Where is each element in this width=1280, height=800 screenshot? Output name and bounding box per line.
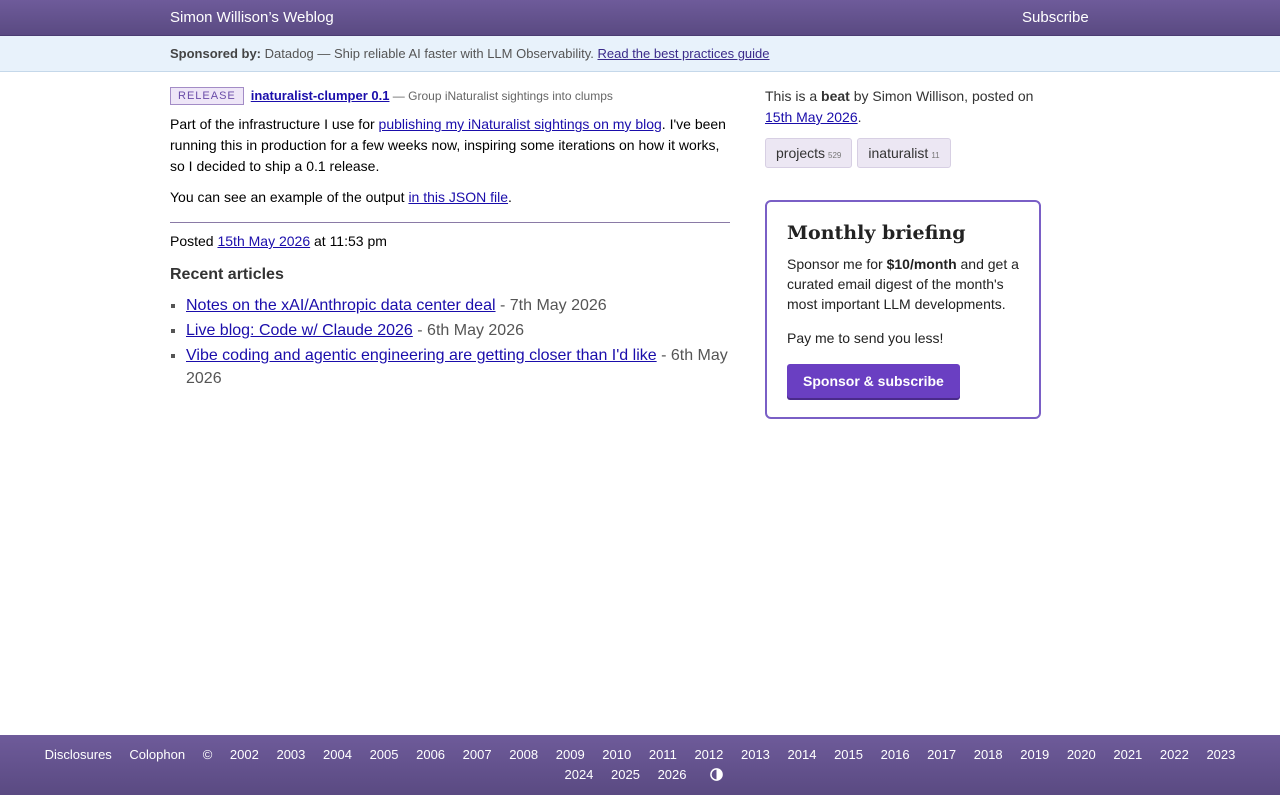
posted-time: at 11:53 pm <box>310 233 387 249</box>
footer-year-link[interactable]: 2004 <box>323 747 352 762</box>
recent-article-link[interactable]: Live blog: Code w/ Claude 2026 <box>186 322 413 339</box>
recent-article-date: - 7th May 2026 <box>495 297 607 314</box>
footer-disclosures-link[interactable]: Disclosures <box>45 747 112 762</box>
footer-year-link[interactable]: 2020 <box>1067 747 1096 762</box>
list-item: Notes on the xAI/Anthropic data center d… <box>186 294 730 317</box>
footer-year-link[interactable]: 2006 <box>416 747 445 762</box>
tag-count: 529 <box>828 151 842 160</box>
briefing-tagline: Pay me to send you less! <box>787 330 944 346</box>
list-item: Vibe coding and agentic engineering are … <box>186 344 730 390</box>
tag-projects[interactable]: projects 529 <box>765 138 853 168</box>
entry-divider <box>170 222 730 223</box>
footer-year-link[interactable]: 2005 <box>370 747 399 762</box>
recent-article-link[interactable]: Vibe coding and agentic engineering are … <box>186 347 657 364</box>
footer-year-link[interactable]: 2023 <box>1206 747 1235 762</box>
tag-inaturalist[interactable]: inaturalist 11 <box>857 138 951 168</box>
footer-row-1: Disclosures Colophon © 2002 2003 2004 20… <box>0 747 1280 762</box>
footer-year-link[interactable]: 2018 <box>974 747 1003 762</box>
contrast-toggle-icon[interactable] <box>709 768 723 781</box>
footer-colophon-link[interactable]: Colophon <box>129 747 185 762</box>
tag-name: inaturalist <box>868 145 929 161</box>
footer-year-link[interactable]: 2025 <box>611 767 640 782</box>
para2-text-after: . <box>508 189 512 205</box>
sponsor-subscribe-button[interactable]: Sponsor & subscribe <box>787 364 960 398</box>
posted-prefix: Posted <box>170 233 218 249</box>
footer-year-link[interactable]: 2015 <box>834 747 863 762</box>
release-badge: RELEASE <box>170 87 244 105</box>
site-header: Simon Willison’s Weblog Subscribe <box>0 0 1280 36</box>
footer-year-link[interactable]: 2013 <box>741 747 770 762</box>
sponsor-label: Sponsored by: <box>170 46 262 61</box>
entry-paragraph-1: Part of the infrastructure I use for pub… <box>170 114 730 177</box>
footer-year-link[interactable]: 2016 <box>881 747 910 762</box>
sponsor-guide-link[interactable]: Read the best practices guide <box>598 46 770 61</box>
beat-middle: by Simon Willison, posted on <box>849 88 1034 104</box>
beat-date-link[interactable]: 15th May 2026 <box>765 109 858 125</box>
footer-year-link[interactable]: 2022 <box>1160 747 1189 762</box>
tag-name: projects <box>776 145 826 161</box>
site-footer: Disclosures Colophon © 2002 2003 2004 20… <box>0 735 1280 795</box>
sponsor-text: Datadog — Ship reliable AI faster with L… <box>261 46 598 61</box>
json-file-link[interactable]: in this JSON file <box>408 189 508 205</box>
posted-line: Posted 15th May 2026 at 11:53 pm <box>170 231 730 251</box>
beat-prefix: This is a <box>765 88 822 104</box>
recent-article-date: - 6th May 2026 <box>412 322 524 339</box>
footer-year-link[interactable]: 2008 <box>509 747 538 762</box>
subscribe-link[interactable]: Subscribe <box>1022 9 1089 26</box>
footer-year-link[interactable]: 2014 <box>788 747 817 762</box>
footer-year-link[interactable]: 2011 <box>649 747 677 762</box>
briefing-description: Sponsor me for $10/month and get a curat… <box>787 254 1019 314</box>
briefing-text-prefix: Sponsor me for <box>787 256 887 272</box>
footer-year-link[interactable]: 2017 <box>927 747 956 762</box>
beat-info: This is a beat by Simon Willison, posted… <box>765 86 1045 128</box>
monthly-briefing-box: Monthly briefing Sponsor me for $10/mont… <box>765 200 1041 419</box>
footer-year-link[interactable]: 2021 <box>1113 747 1142 762</box>
sidebar: This is a beat by Simon Willison, posted… <box>765 86 1045 419</box>
footer-copyright-link[interactable]: © <box>203 747 213 762</box>
tag-list: projects 529 inaturalist 11 <box>765 138 1045 168</box>
footer-year-link[interactable]: 2019 <box>1020 747 1049 762</box>
entry-header: RELEASE inaturalist-clumper 0.1 — Group i… <box>170 86 730 106</box>
tag-count: 11 <box>931 151 940 160</box>
footer-year-link[interactable]: 2009 <box>556 747 585 762</box>
footer-year-link[interactable]: 2024 <box>564 767 593 782</box>
para2-text-before: You can see an example of the output <box>170 189 409 205</box>
recent-articles-heading: Recent articles <box>170 266 284 283</box>
list-item: Live blog: Code w/ Claude 2026 - 6th May… <box>186 319 730 342</box>
footer-year-link[interactable]: 2007 <box>463 747 492 762</box>
briefing-title: Monthly briefing <box>787 222 966 244</box>
sponsor-banner: Sponsored by: Datadog — Ship reliable AI… <box>0 36 1280 72</box>
beat-suffix: . <box>857 109 862 125</box>
site-title-link[interactable]: Simon Willison’s Weblog <box>170 9 334 26</box>
briefing-price: $10/month <box>886 256 957 272</box>
footer-year-link[interactable]: 2010 <box>602 747 631 762</box>
main-content: RELEASE inaturalist-clumper 0.1 — Group i… <box>170 86 730 392</box>
posted-date-link[interactable]: 15th May 2026 <box>217 233 310 249</box>
para1-text-before: Part of the infrastructure I use for <box>170 116 379 132</box>
recent-articles-list: Notes on the xAI/Anthropic data center d… <box>170 294 730 390</box>
recent-article-link[interactable]: Notes on the xAI/Anthropic data center d… <box>186 297 496 314</box>
footer-year-link[interactable]: 2012 <box>694 747 723 762</box>
release-description: — Group iNaturalist sightings into clump… <box>389 89 613 103</box>
beat-word: beat <box>821 88 850 104</box>
entry-paragraph-2: You can see an example of the output in … <box>170 187 730 208</box>
footer-year-link[interactable]: 2002 <box>230 747 259 762</box>
footer-year-link[interactable]: 2003 <box>276 747 305 762</box>
inaturalist-blog-link[interactable]: publishing my iNaturalist sightings on m… <box>379 116 662 132</box>
footer-year-link[interactable]: 2026 <box>658 767 687 782</box>
footer-row-2: 2024 2025 2026 <box>0 767 1280 782</box>
release-title-link[interactable]: inaturalist-clumper 0.1 <box>251 88 390 103</box>
